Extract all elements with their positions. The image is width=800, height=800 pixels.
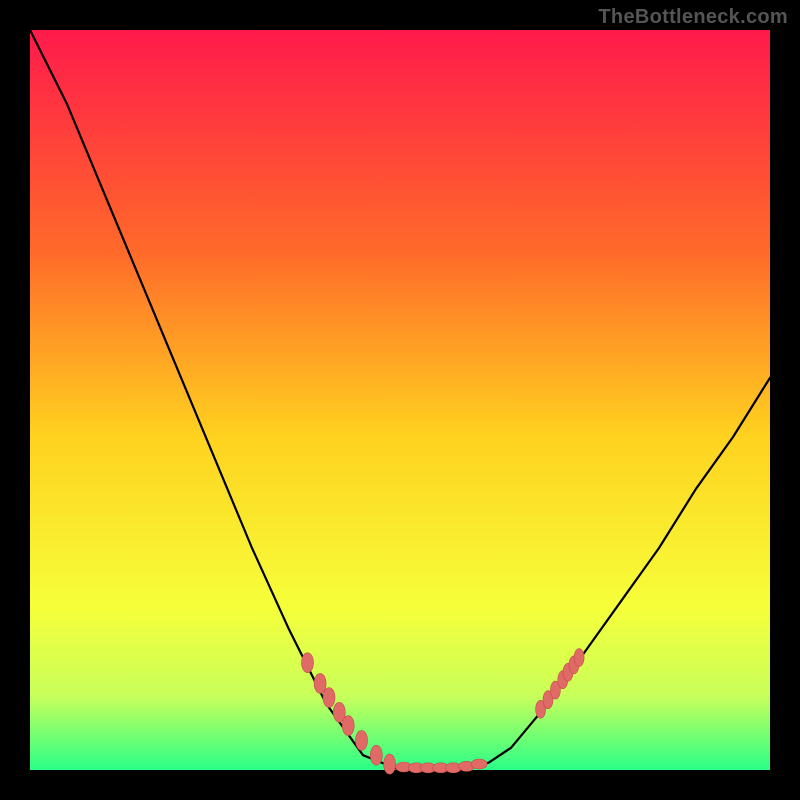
- curve-marker: [471, 759, 487, 769]
- curve-marker: [356, 730, 368, 750]
- chart-stage: TheBottleneck.com: [0, 0, 800, 800]
- curve-marker: [342, 716, 354, 736]
- curve-marker: [384, 754, 396, 774]
- curve-marker: [323, 688, 335, 708]
- plot-area: [30, 30, 770, 770]
- curve-marker: [574, 649, 584, 667]
- curve-marker: [302, 653, 314, 673]
- bottleneck-curve-chart: [0, 0, 800, 800]
- curve-marker: [370, 745, 382, 765]
- watermark-text: TheBottleneck.com: [598, 6, 788, 29]
- curve-marker: [314, 673, 326, 693]
